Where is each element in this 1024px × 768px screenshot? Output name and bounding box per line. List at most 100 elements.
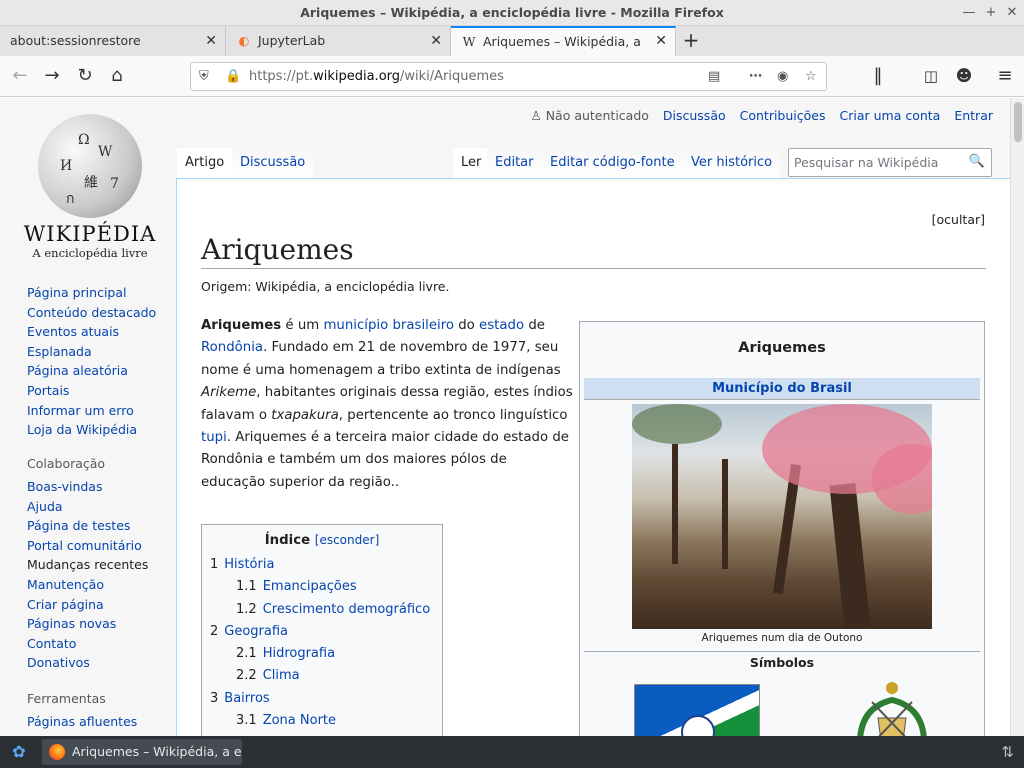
toc-item[interactable]: 2.2 Clima [210, 665, 434, 687]
create-account-link[interactable]: Criar uma conta [839, 108, 940, 123]
navigation-toolbar: ← → ↻ ⌂ ⛨ 🔒 https://pt.wikipedia.org/wik… [0, 56, 1024, 97]
bookmark-star-icon[interactable]: ☆ [805, 63, 817, 90]
home-button[interactable]: ⌂ [103, 62, 131, 90]
lead-paragraph: Ariquemes é um município brasileiro do e… [201, 318, 573, 490]
lock-icon[interactable]: 🔒 [225, 63, 241, 90]
sidebar-navigation: Página principal Conteúdo destacado Even… [27, 283, 172, 440]
sidebar-item-create-page[interactable]: Criar página [27, 595, 172, 615]
tab-edit[interactable]: Editar [487, 148, 542, 178]
close-tab-icon[interactable]: ✕ [655, 28, 667, 55]
sidebar-item-new-pages[interactable]: Páginas novas [27, 614, 172, 634]
tab-article[interactable]: Artigo [177, 148, 233, 178]
sidebar-item-shop[interactable]: Loja da Wikipédia [27, 420, 172, 440]
close-window-icon[interactable]: ✕ [1001, 0, 1023, 26]
shield-icon[interactable]: ⛨ [199, 63, 209, 90]
sidebar-heading: Colaboração [27, 456, 106, 471]
tab-history[interactable]: Ver histórico [683, 148, 781, 178]
jupyter-icon: ◐ [238, 33, 250, 48]
toc-item[interactable]: 2.1 Hidrografia [210, 643, 434, 665]
toc-toggle-link[interactable]: [esconder] [315, 533, 380, 547]
user-icon: ♙ [530, 108, 542, 123]
account-icon[interactable]: ☻ [950, 62, 978, 90]
sidebar-item-maintenance[interactable]: Manutenção [27, 575, 172, 595]
hide-notice-link[interactable]: [ocultar] [932, 212, 985, 227]
toc-item[interactable]: 2 Geografia [210, 621, 434, 643]
sidebar-item-help[interactable]: Ajuda [27, 497, 172, 517]
user-talk-link[interactable]: Discussão [663, 108, 726, 123]
sidebar-item-welcome[interactable]: Boas-vindas [27, 477, 172, 497]
library-icon[interactable]: ‖ [864, 62, 892, 90]
scrollbar-thumb[interactable] [1014, 102, 1022, 142]
taskbar: ✿ Ariquemes – Wikipédia, a en... ⇅ [0, 736, 1024, 768]
taskbar-item-label: Ariquemes – Wikipédia, a en... [72, 744, 242, 759]
sidebar-item-portals[interactable]: Portais [27, 381, 172, 401]
tab-ariquemes[interactable]: W Ariquemes – Wikipédia, a enc ✕ [451, 26, 676, 56]
sidebar-item-recent-changes[interactable]: Mudanças recentes [27, 555, 172, 575]
minimize-icon[interactable]: — [958, 0, 980, 26]
toc-item[interactable]: 3 Bairros [210, 688, 434, 710]
origin-note: Origem: Wikipédia, a enciclopédia livre. [201, 279, 450, 294]
toc-item[interactable]: 1.1 Emancipações [210, 576, 434, 598]
infobox-title: Ariquemes [738, 340, 826, 356]
coat-of-arms-image[interactable] [850, 678, 934, 736]
link-rondonia[interactable]: Rondônia [201, 340, 263, 355]
toc-item[interactable]: 1 História [210, 554, 434, 576]
contributions-link[interactable]: Contribuições [740, 108, 826, 123]
start-menu-icon[interactable]: ✿ [6, 740, 32, 764]
link-estado[interactable]: estado [479, 318, 524, 333]
taskbar-firefox-item[interactable]: Ariquemes – Wikipédia, a en... [42, 739, 242, 765]
sidebar-item-donate[interactable]: Donativos [27, 653, 172, 673]
sidebar-item-village-pump[interactable]: Esplanada [27, 342, 172, 362]
tagline: A enciclopédia livre [32, 246, 148, 260]
toc-item[interactable]: 1.2 Crescimento demográfico [210, 599, 434, 621]
url-bar[interactable]: ⛨ 🔒 https://pt.wikipedia.org/wiki/Arique… [190, 62, 827, 91]
infobox-subtitle[interactable]: Município do Brasil [584, 378, 980, 400]
page-actions-icon[interactable]: ⋯ [749, 63, 762, 90]
sidebar-item-sandbox[interactable]: Página de testes [27, 516, 172, 536]
search-input[interactable] [789, 149, 969, 176]
window-title: Ariquemes – Wikipédia, a enciclopédia li… [300, 5, 724, 20]
sidebar-item-featured[interactable]: Conteúdo destacado [27, 303, 172, 323]
tab-session-restore[interactable]: about:sessionrestore ✕ [0, 26, 226, 56]
page-scrollbar[interactable] [1010, 98, 1024, 736]
link-tupi[interactable]: tupi [201, 430, 227, 445]
wikipedia-logo[interactable]: ΩW И維 7ก WIKIPÉDIA A enciclopédia livre [20, 108, 160, 260]
city-flag-image[interactable] [634, 684, 760, 736]
network-tray-icon[interactable]: ⇅ [1001, 740, 1014, 764]
sidebar-item-main-page[interactable]: Página principal [27, 283, 172, 303]
article-content: [ocultar] Ariquemes Origem: Wikipédia, a… [176, 178, 1010, 736]
reload-button[interactable]: ↻ [71, 62, 99, 90]
close-tab-icon[interactable]: ✕ [430, 26, 442, 56]
firefox-icon [49, 744, 65, 760]
close-tab-icon[interactable]: ✕ [205, 26, 217, 56]
sidebar-toggle-icon[interactable]: ◫ [917, 62, 945, 90]
forward-button[interactable]: → [38, 62, 66, 90]
tab-strip: about:sessionrestore ✕ ◐ JupyterLab ✕ W Ar… [0, 26, 1024, 56]
wikipedia-favicon-icon: W [462, 34, 476, 49]
sidebar-item-community-portal[interactable]: Portal comunitário [27, 536, 172, 556]
login-link[interactable]: Entrar [954, 108, 993, 123]
reader-view-icon[interactable]: ▤ [708, 63, 720, 90]
pocket-icon[interactable]: ◉ [777, 63, 788, 90]
tab-label: JupyterLab [258, 33, 326, 48]
tab-read[interactable]: Ler [453, 148, 490, 178]
sidebar-item-report-error[interactable]: Informar um erro [27, 401, 172, 421]
sidebar-item-what-links-here[interactable]: Páginas afluentes [27, 712, 172, 732]
link-municipio[interactable]: município brasileiro [323, 318, 454, 333]
tab-edit-source[interactable]: Editar código-fonte [542, 148, 683, 178]
search-icon[interactable]: 🔍 [969, 154, 985, 169]
maximize-icon[interactable]: + [980, 0, 1002, 26]
tab-discussion[interactable]: Discussão [232, 148, 314, 178]
new-tab-button[interactable]: + [678, 26, 704, 56]
sidebar-heading: Ferramentas [27, 691, 106, 706]
back-button[interactable]: ← [6, 62, 34, 90]
toc-item[interactable]: 3.1 Zona Norte [210, 710, 434, 732]
sidebar-tools: Ferramentas Páginas afluentes [27, 691, 172, 732]
sidebar-item-random[interactable]: Página aleatória [27, 361, 172, 381]
city-photo[interactable] [632, 404, 932, 629]
sidebar-item-current-events[interactable]: Eventos atuais [27, 322, 172, 342]
url-text[interactable]: https://pt.wikipedia.org/wiki/Ariquemes [249, 63, 504, 90]
sidebar-item-contact[interactable]: Contato [27, 634, 172, 654]
menu-icon[interactable]: ≡ [991, 62, 1019, 90]
tab-jupyterlab[interactable]: ◐ JupyterLab ✕ [226, 26, 451, 56]
